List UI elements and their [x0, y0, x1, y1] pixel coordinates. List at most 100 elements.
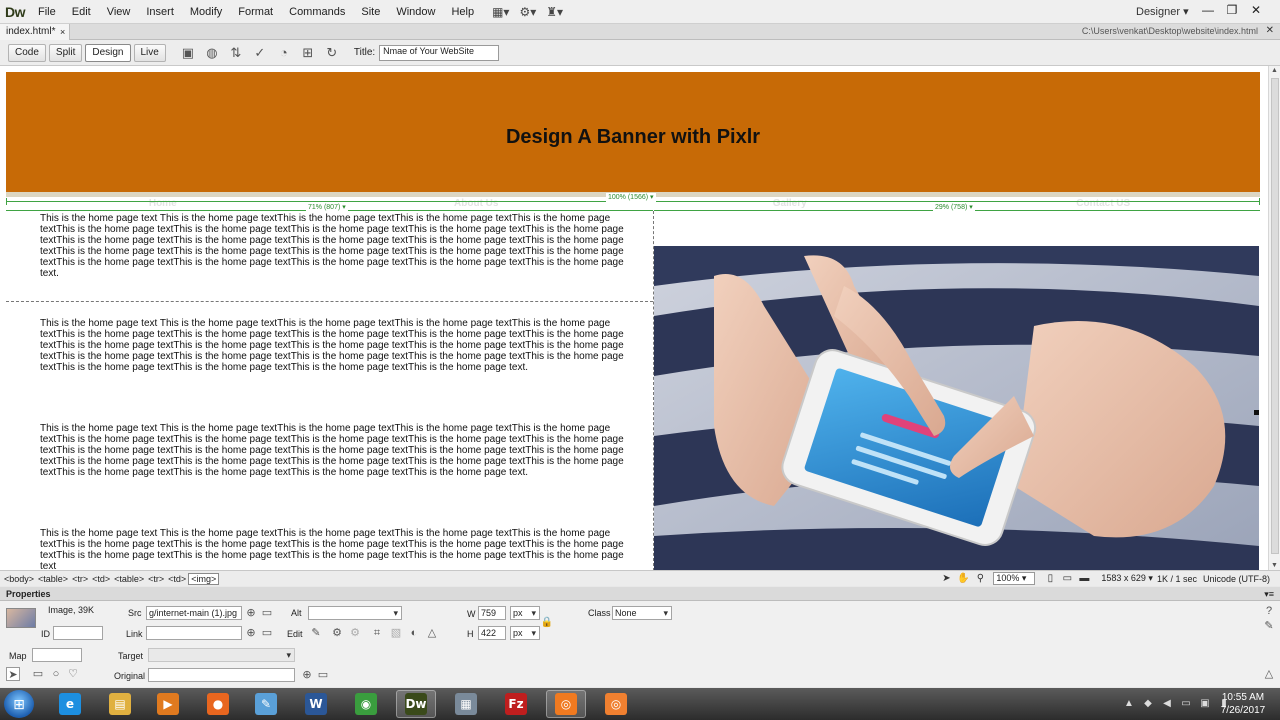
tab-index-html[interactable]: index.html* ×: [0, 24, 70, 40]
restore-icon[interactable]: ❐: [1220, 1, 1244, 19]
menu-help[interactable]: Help: [443, 6, 482, 18]
taskbar-word[interactable]: W: [296, 690, 336, 718]
taskbar-calculator[interactable]: ▦: [446, 690, 486, 718]
menu-format[interactable]: Format: [230, 6, 281, 18]
polygon-hotspot-icon[interactable]: ♡: [66, 667, 80, 681]
network-icon[interactable]: ▭: [1178, 696, 1194, 712]
circle-hotspot-icon[interactable]: ○: [49, 667, 63, 681]
tag-selector-table[interactable]: <table>: [36, 574, 70, 584]
taskbar-dreamweaver[interactable]: Dw: [396, 690, 436, 718]
image-resize-handle[interactable]: [1254, 410, 1259, 415]
id-input[interactable]: [53, 626, 103, 640]
show-hidden-icons-icon[interactable]: ▲: [1121, 696, 1137, 712]
close-icon[interactable]: ✕: [1244, 1, 1268, 19]
w3c-validation-icon[interactable]: ✓: [252, 45, 268, 61]
mobile-size-icon[interactable]: ▯: [1043, 572, 1057, 585]
quick-tag-editor-icon[interactable]: ✎: [1262, 619, 1276, 633]
alt-input[interactable]: [308, 606, 402, 620]
paragraph-4[interactable]: This is the home page text This is the h…: [40, 528, 625, 570]
brightness-contrast-icon[interactable]: ◐: [407, 626, 421, 640]
paragraph-1[interactable]: This is the home page text This is the h…: [40, 213, 625, 279]
file-management-icon[interactable]: ⇅: [228, 45, 244, 61]
split-view-button[interactable]: Split: [48, 43, 83, 62]
taskbar-media-player[interactable]: ▶: [148, 690, 188, 718]
nav-contact-us[interactable]: Contact US: [947, 197, 1261, 211]
app-tray-icon[interactable]: ◆: [1140, 696, 1156, 712]
scrollbar-thumb[interactable]: [1271, 78, 1279, 554]
multiscreen-icon[interactable]: ▣: [180, 45, 196, 61]
rect-hotspot-icon[interactable]: ▭: [31, 667, 45, 681]
original-point-icon[interactable]: ⊕: [300, 668, 314, 682]
banner[interactable]: Design A Banner with Pixlr: [6, 72, 1260, 192]
taskbar-notepad[interactable]: ✎: [246, 690, 286, 718]
system-clock[interactable]: 10:55 AM 7/26/2017: [1214, 691, 1272, 717]
content-column[interactable]: This is the home page text This is the h…: [6, 211, 653, 570]
tag-selector-body[interactable]: <body>: [2, 574, 36, 584]
volume-icon[interactable]: ◀: [1159, 696, 1175, 712]
taskbar-file-explorer[interactable]: ▤: [100, 690, 140, 718]
tag-selector-td[interactable]: <td>: [166, 574, 188, 584]
target-select[interactable]: [148, 648, 295, 662]
table-width-label[interactable]: 100% (1566) ▾: [606, 193, 656, 202]
menu-commands[interactable]: Commands: [281, 6, 353, 18]
resample-icon[interactable]: ▧: [389, 626, 403, 640]
design-vertical-scrollbar[interactable]: ▲ ▼: [1268, 66, 1280, 570]
original-browse-icon[interactable]: ▭: [316, 668, 330, 682]
taskbar-pixlr-editor[interactable]: ◎: [596, 690, 636, 718]
live-view-button[interactable]: Live: [133, 43, 166, 62]
zoom-tool-icon[interactable]: ⚲: [973, 572, 987, 585]
paragraph-3[interactable]: This is the home page text This is the h…: [40, 423, 625, 478]
select-tool-icon[interactable]: ➤: [939, 572, 953, 585]
help-icon[interactable]: ?: [1262, 604, 1276, 618]
right-column-width-label[interactable]: 29% (758) ▾: [933, 203, 975, 212]
panel-menu-icon[interactable]: ▾≡: [1264, 587, 1274, 601]
height-unit-select[interactable]: px: [510, 626, 540, 640]
visual-aids-icon[interactable]: ⊞: [300, 45, 316, 61]
desktop-size-icon[interactable]: ▬: [1077, 572, 1091, 585]
width-input[interactable]: 759: [478, 606, 506, 620]
paragraph-2[interactable]: This is the home page text This is the h…: [40, 318, 625, 373]
site-icon[interactable]: ♜▾: [546, 5, 563, 19]
menu-modify[interactable]: Modify: [182, 6, 230, 18]
document-close-icon[interactable]: ✕: [1266, 25, 1274, 36]
start-button[interactable]: ⊞: [4, 690, 34, 718]
pointer-hotspot-icon[interactable]: ➤: [6, 667, 20, 681]
update-original-icon[interactable]: ⚙: [348, 626, 362, 640]
menu-window[interactable]: Window: [388, 6, 443, 18]
point-to-file-icon[interactable]: ⊕: [244, 606, 258, 620]
taskbar-chrome[interactable]: ◉: [346, 690, 386, 718]
nav-about-us[interactable]: About Us: [320, 197, 634, 211]
link-input[interactable]: [146, 626, 242, 640]
original-input[interactable]: [148, 668, 295, 682]
menu-edit[interactable]: Edit: [64, 6, 99, 18]
taskbar-filezilla[interactable]: Fz: [496, 690, 536, 718]
extend-icon[interactable]: ⚙▾: [519, 5, 536, 19]
width-unit-select[interactable]: px: [510, 606, 540, 620]
menu-site[interactable]: Site: [353, 6, 388, 18]
browse-folder-icon[interactable]: ▭: [260, 606, 274, 620]
code-view-button[interactable]: Code: [8, 43, 46, 62]
tablet-size-icon[interactable]: ▭: [1060, 572, 1074, 585]
crop-icon[interactable]: ⌗: [370, 626, 384, 640]
class-select[interactable]: None: [612, 606, 672, 620]
collapse-panel-icon[interactable]: △: [1262, 667, 1276, 681]
workspace-switcher[interactable]: Designer ▾: [1136, 5, 1189, 18]
title-input[interactable]: Nmae of Your WebSite: [379, 44, 500, 61]
tab-close-icon[interactable]: ×: [60, 24, 65, 40]
scroll-up-icon[interactable]: ▲: [1271, 67, 1278, 74]
taskbar-pixlr[interactable]: ◎: [546, 690, 586, 718]
tag-selector-table[interactable]: <table>: [112, 574, 146, 584]
image-settings-icon[interactable]: ⚙: [330, 626, 344, 640]
preview-browser-icon[interactable]: ◍: [204, 45, 220, 61]
design-view[interactable]: Design A Banner with Pixlr Home About Us…: [0, 66, 1268, 570]
window-size[interactable]: 1583 x 629 ▾: [1101, 573, 1153, 584]
hand-tool-icon[interactable]: ✋: [956, 572, 970, 585]
nav-home[interactable]: Home: [6, 197, 320, 211]
selected-image-phone[interactable]: [654, 246, 1259, 570]
properties-panel-header[interactable]: Properties ▾≡: [0, 587, 1280, 601]
tag-selector-td[interactable]: <td>: [90, 574, 112, 584]
height-input[interactable]: 422: [478, 626, 506, 640]
tag-selector-tr[interactable]: <tr>: [146, 574, 166, 584]
taskbar-firefox[interactable]: ●: [198, 690, 238, 718]
menu-file[interactable]: File: [30, 6, 64, 18]
